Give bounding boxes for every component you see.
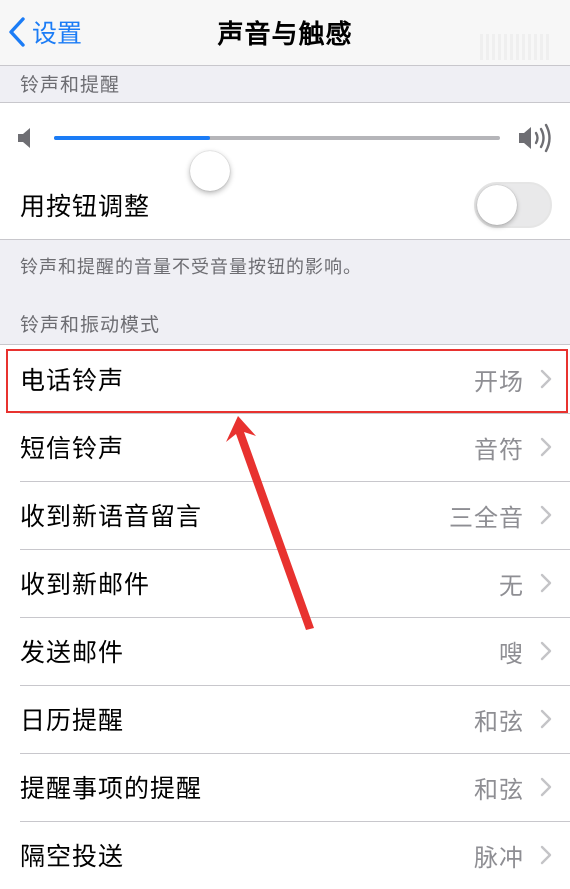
pattern-row-reminder-alerts[interactable]: 提醒事项的提醒 和弦: [0, 753, 570, 821]
volume-slider[interactable]: [54, 136, 500, 191]
pattern-row-airdrop[interactable]: 隔空投送 脉冲: [0, 821, 570, 889]
pattern-row-text-tone[interactable]: 短信铃声 音符: [0, 413, 570, 481]
ringtones-alerts-group: 用按钮调整: [0, 102, 570, 240]
pattern-label: 提醒事项的提醒: [20, 774, 203, 803]
chevron-right-icon: [540, 573, 552, 593]
chevron-right-icon: [540, 709, 552, 729]
chevron-right-icon: [540, 641, 552, 661]
change-with-buttons-toggle[interactable]: [474, 182, 552, 228]
volume-slider-fill: [54, 136, 211, 140]
pattern-row-calendar-alerts[interactable]: 日历提醒 和弦: [0, 685, 570, 753]
change-with-buttons-row: 用按钮调整: [0, 171, 570, 239]
navigation-bar: 设置 声音与触感: [0, 0, 570, 66]
pattern-row-ringtone[interactable]: 电话铃声 开场: [0, 345, 570, 413]
ringtones-alerts-footer: 铃声和提醒的音量不受音量按钮的影响。: [20, 257, 362, 278]
toggle-knob: [477, 185, 517, 225]
chevron-right-icon: [540, 437, 552, 457]
pattern-value: 和弦: [474, 707, 524, 736]
chevron-right-icon: [540, 505, 552, 525]
pattern-label: 短信铃声: [20, 434, 125, 463]
pattern-label: 日历提醒: [20, 706, 125, 735]
background-artifact: [480, 34, 550, 60]
chevron-right-icon: [540, 777, 552, 797]
pattern-label: 收到新邮件: [20, 570, 151, 599]
change-with-buttons-label: 用按钮调整: [20, 192, 151, 221]
section-header-ringtones-alerts: 铃声和提醒: [20, 74, 121, 96]
volume-high-icon: [519, 123, 551, 153]
chevron-right-icon: [540, 845, 552, 865]
volume-low-icon: [18, 128, 30, 148]
pattern-value: 音符: [474, 435, 524, 464]
pattern-value: 无: [499, 571, 524, 600]
pattern-row-sent-mail[interactable]: 发送邮件 嗖: [0, 617, 570, 685]
pattern-value: 开场: [474, 367, 524, 396]
pattern-value: 嗖: [499, 639, 524, 668]
volume-slider-row: [0, 103, 570, 191]
section-header-sound-patterns: 铃声和振动模式: [20, 314, 161, 336]
chevron-right-icon: [540, 369, 552, 389]
pattern-row-new-voicemail[interactable]: 收到新语音留言 三全音: [0, 481, 570, 549]
pattern-label: 隔空投送: [20, 842, 125, 871]
pattern-value: 脉冲: [474, 843, 524, 872]
pattern-row-new-mail[interactable]: 收到新邮件 无: [0, 549, 570, 617]
pattern-label: 发送邮件: [20, 638, 125, 667]
pattern-value: 三全音: [449, 503, 524, 532]
pattern-label: 电话铃声: [20, 366, 125, 395]
sound-patterns-group: 电话铃声 开场 短信铃声 音符 收到新语音留言 三全音 收到新邮件 无 发送邮件…: [0, 344, 570, 889]
pattern-value: 和弦: [474, 775, 524, 804]
pattern-label: 收到新语音留言: [20, 502, 203, 531]
